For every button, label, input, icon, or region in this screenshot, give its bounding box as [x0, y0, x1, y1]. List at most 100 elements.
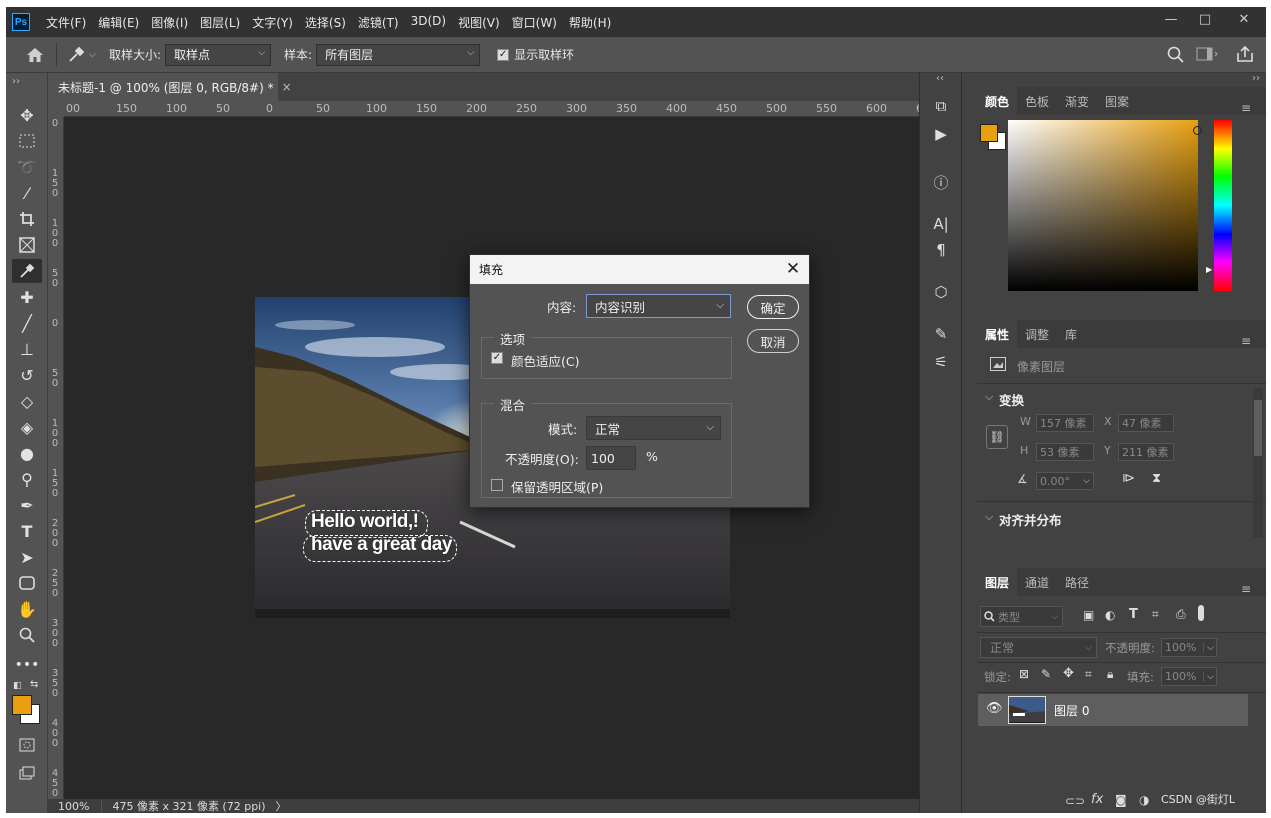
collapse-panels-icon[interactable]: ‹‹ — [936, 73, 944, 84]
layer-style-fx-icon[interactable]: fx — [1091, 792, 1103, 807]
foreground-color-swatch[interactable] — [980, 124, 998, 142]
hue-slider[interactable] — [1214, 120, 1232, 291]
menu-item[interactable]: 帮助(H) — [563, 14, 617, 31]
marquee-tool-icon[interactable] — [12, 129, 42, 153]
adjustment-layer-icon[interactable]: ◑ — [1139, 793, 1149, 807]
hue-slider-handle[interactable]: ▶ — [1206, 265, 1212, 274]
y-input[interactable]: 211 像素 — [1118, 443, 1174, 461]
layer-row[interactable]: 👁︎ 图层 0 — [978, 694, 1248, 726]
filter-pixel-icon[interactable]: ▣ — [1083, 608, 1094, 622]
restore-button[interactable]: □ — [1188, 7, 1222, 31]
layer-name[interactable]: 图层 0 — [1054, 702, 1089, 719]
filter-adjustment-icon[interactable]: ◐ — [1105, 608, 1115, 622]
info-icon[interactable]: ⓘ — [930, 171, 952, 193]
frame-tool-icon[interactable] — [12, 233, 42, 257]
height-input[interactable]: 53 像素 — [1036, 443, 1094, 461]
eyedropper-preset-icon[interactable]: ⌵ — [67, 46, 101, 64]
paragraph-icon[interactable]: ¶ — [930, 239, 952, 261]
collapse-toolbar-icon[interactable]: ›› — [12, 76, 20, 87]
menu-item[interactable]: 图层(L) — [194, 14, 246, 31]
panel-tab[interactable]: 图案 — [1097, 87, 1137, 115]
close-window-button[interactable]: ✕ — [1222, 7, 1266, 31]
add-mask-icon[interactable]: ◙ — [1115, 793, 1127, 807]
x-input[interactable]: 47 像素 — [1118, 414, 1174, 432]
search-icon[interactable] — [1167, 46, 1184, 66]
panel-tab[interactable]: 颜色 — [977, 87, 1018, 115]
sample-size-select[interactable]: 取样点 ⌵ — [165, 43, 272, 66]
color-field[interactable] — [1008, 120, 1202, 291]
menu-item[interactable]: 选择(S) — [299, 14, 352, 31]
filter-type-icon[interactable]: T — [1129, 607, 1138, 622]
crop-tool-icon[interactable] — [12, 207, 42, 231]
chevron-down-icon[interactable]: ⌵ — [985, 390, 993, 404]
menu-item[interactable]: 3D(D) — [405, 14, 452, 31]
magic-wand-tool-icon[interactable]: ⁄ — [12, 181, 42, 205]
width-input[interactable]: 157 像素 — [1036, 414, 1094, 432]
menu-item[interactable]: 视图(V) — [452, 14, 506, 31]
color-adapt-checkbox[interactable]: ✓ — [491, 352, 503, 364]
menu-item[interactable]: 窗口(W) — [506, 14, 563, 31]
rectangle-tool-icon[interactable] — [12, 571, 42, 595]
more-tools-icon[interactable]: ••• — [12, 653, 42, 677]
fill-input[interactable]: 100% ⌵ — [1161, 667, 1217, 686]
paint-bucket-tool-icon[interactable]: ◈ — [12, 415, 42, 439]
panel-tab[interactable]: 通道 — [1017, 568, 1057, 596]
hand-tool-icon[interactable]: ✋ — [12, 597, 42, 621]
path-selection-tool-icon[interactable]: ➤ — [12, 545, 42, 569]
3d-icon[interactable]: ⬡ — [930, 281, 952, 303]
filter-toggle-icon[interactable] — [1198, 605, 1204, 621]
move-tool-icon[interactable]: ✥ — [12, 103, 42, 127]
sample-select[interactable]: 所有图层 ⌵ — [316, 43, 481, 66]
pen-tool-icon[interactable]: ✒ — [12, 493, 42, 517]
flip-vertical-icon[interactable]: ⧗ — [1152, 471, 1161, 486]
zoom-tool-icon[interactable] — [12, 623, 42, 647]
link-layers-icon[interactable]: ⊂⊃ — [1065, 794, 1085, 808]
ok-button[interactable]: 确定 — [747, 295, 799, 319]
brush-tool-icon[interactable]: ╱ — [12, 311, 42, 335]
history-brush-tool-icon[interactable]: ↺ — [12, 363, 42, 387]
workspace-icon[interactable] — [1196, 47, 1218, 64]
close-tab-icon[interactable]: × — [282, 80, 292, 94]
healing-brush-tool-icon[interactable]: ✚ — [12, 285, 42, 309]
chevron-down-icon[interactable]: ⌵ — [985, 510, 993, 524]
menu-item[interactable]: 滤镜(T) — [352, 14, 405, 31]
lasso-tool-icon[interactable]: ➰ — [12, 155, 42, 179]
menu-item[interactable]: 文件(F) — [40, 14, 92, 31]
status-arrow-icon[interactable]: 〉 — [276, 798, 287, 813]
lock-transparent-icon[interactable]: ⊠ — [1019, 667, 1029, 681]
menu-item[interactable]: 编辑(E) — [92, 14, 145, 31]
minimize-button[interactable]: — — [1154, 7, 1188, 31]
adjust-sliders-icon[interactable]: ⚟ — [930, 351, 952, 373]
visibility-eye-icon[interactable]: 👁︎ — [986, 701, 1003, 716]
panel-tab[interactable]: 调整 — [1017, 320, 1057, 348]
home-icon[interactable] — [24, 47, 46, 63]
screen-mode-icon[interactable] — [12, 761, 42, 785]
align-section-title[interactable]: 对齐并分布 — [999, 510, 1062, 529]
layer-filter-select[interactable]: 类型 ⌵ — [980, 606, 1063, 627]
share-icon[interactable] — [1236, 45, 1254, 66]
panel-tab[interactable]: 色板 — [1017, 87, 1057, 115]
blend-mode-select[interactable]: 正常 ⌵ — [980, 637, 1097, 658]
flip-horizontal-icon[interactable]: ⧐ — [1122, 471, 1135, 486]
filter-smart-object-icon[interactable]: ⎙ — [1176, 607, 1186, 622]
mode-select[interactable]: 正常 ⌵ — [586, 416, 721, 440]
panel-tab[interactable]: 图层 — [977, 568, 1018, 596]
zoom-level[interactable]: 100% — [48, 799, 103, 813]
type-tool-icon[interactable]: T — [12, 519, 42, 543]
panel-tab[interactable]: 渐变 — [1057, 87, 1097, 115]
foreground-color-swatch[interactable] — [12, 695, 32, 715]
dodge-tool-icon[interactable]: ⚲ — [12, 467, 42, 491]
angle-input[interactable]: 0.00° ⌵ — [1036, 472, 1094, 490]
panel-tab[interactable]: 路径 — [1057, 568, 1097, 596]
history-icon[interactable]: ⧉ — [930, 95, 952, 117]
swap-colors-icon[interactable]: ⇆ — [30, 679, 38, 690]
preserve-transparency-checkbox[interactable] — [491, 479, 503, 491]
blur-tool-icon[interactable]: ● — [12, 441, 42, 465]
eraser-tool-icon[interactable]: ◇ — [12, 389, 42, 413]
lock-image-icon[interactable]: ✎ — [1041, 667, 1051, 681]
filter-shape-icon[interactable]: ⌗ — [1152, 607, 1159, 622]
eyedropper-tool-icon[interactable] — [12, 259, 42, 283]
document-tab[interactable]: 未标题-1 @ 100% (图层 0, RGB/8#) * × — [48, 73, 292, 101]
properties-scrollbar[interactable] — [1253, 388, 1263, 538]
expand-panels-icon[interactable]: ›› — [1252, 73, 1260, 84]
